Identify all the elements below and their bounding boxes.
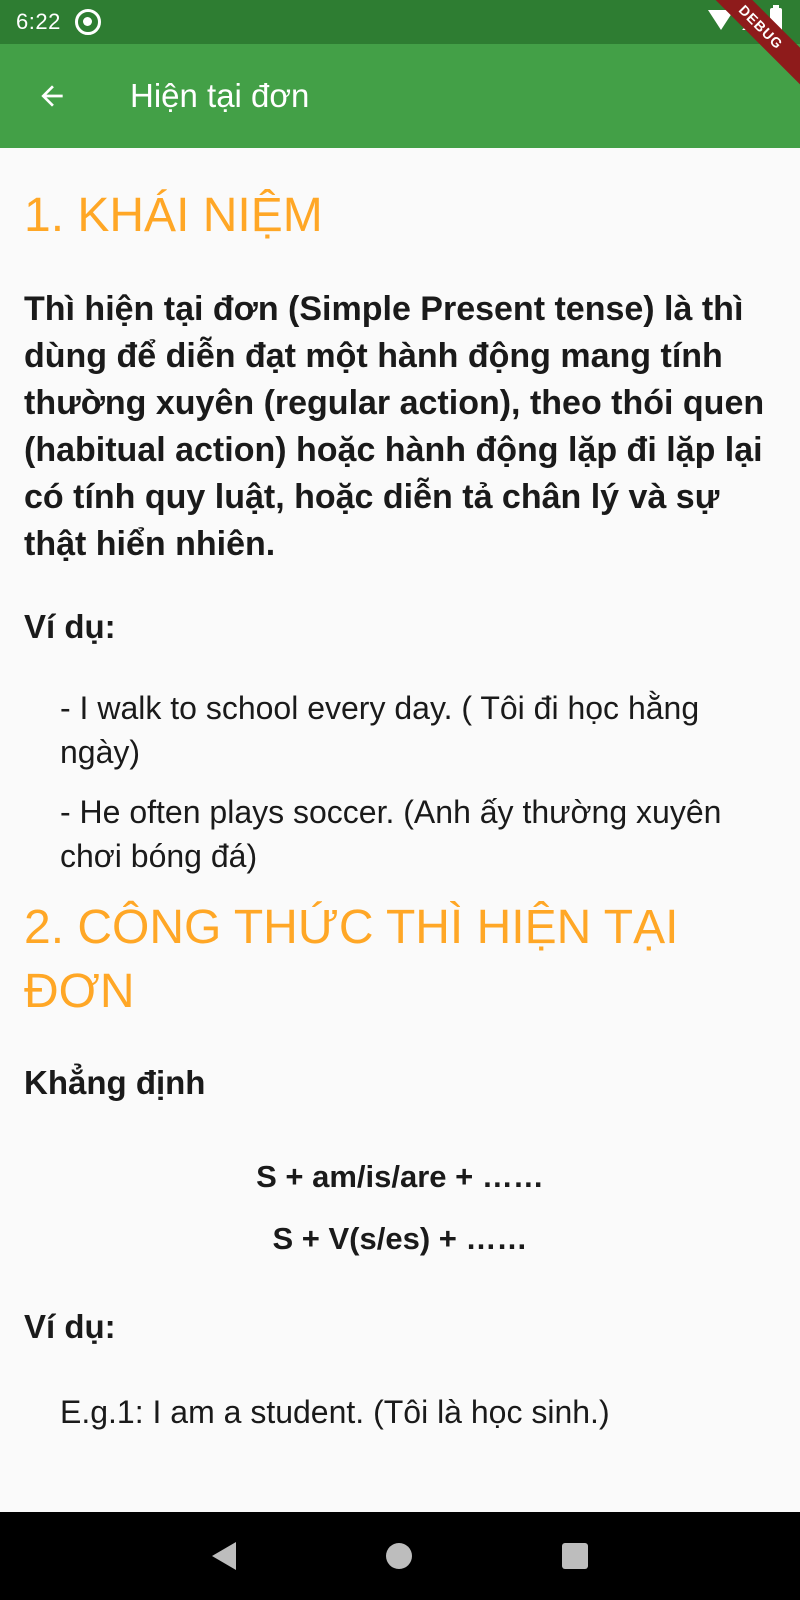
app-bar: Hiện tại đơn: [0, 44, 800, 148]
status-time: 6:22: [16, 9, 61, 34]
recents-square-icon[interactable]: [562, 1543, 588, 1569]
back-button[interactable]: [24, 68, 80, 124]
example-eg1: E.g.1: I am a student. (Tôi là học sinh.…: [60, 1394, 610, 1430]
affirmative-label: Khẳng định: [24, 1064, 206, 1101]
section-title-concept: 1. KHÁI NIỆM: [24, 189, 323, 242]
back-triangle-icon[interactable]: [212, 1542, 236, 1570]
page-title: Hiện tại đơn: [130, 77, 310, 114]
notification-icon: [74, 9, 101, 35]
example-label: Ví dụ:: [24, 608, 116, 645]
examples-list: - I walk to school every day. ( Tôi đi h…: [24, 686, 776, 878]
example-label-2: Ví dụ:: [24, 1308, 116, 1345]
formula-block: S + am/is/are + …… S + V(s/es) + ……: [24, 1146, 776, 1270]
system-nav-bar: [0, 1512, 800, 1600]
arrow-back-icon: [41, 85, 63, 107]
lesson-content[interactable]: 1. KHÁI NIỆM Thì hiện tại đơn (Simple Pr…: [0, 148, 800, 1512]
formula-verb: S + V(s/es) + ……: [272, 1221, 528, 1256]
status-bar: 6:22: [0, 0, 800, 44]
formula-tobe: S + am/is/are + ……: [256, 1159, 544, 1194]
section-title-formula: 2. CÔNG THỨC THÌ HIỆN TẠI ĐƠN: [24, 901, 679, 1018]
screen: 6:22 DEBUG Hiện tại đơn 1. KHÁI NIỆM Thì…: [0, 0, 800, 1600]
example-item: - He often plays soccer. (Anh ấy thường …: [60, 794, 722, 874]
home-circle-icon[interactable]: [386, 1543, 412, 1569]
example-item: - I walk to school every day. ( Tôi đi h…: [60, 690, 700, 770]
definition-text: Thì hiện tại đơn (Simple Present tense) …: [24, 290, 765, 563]
